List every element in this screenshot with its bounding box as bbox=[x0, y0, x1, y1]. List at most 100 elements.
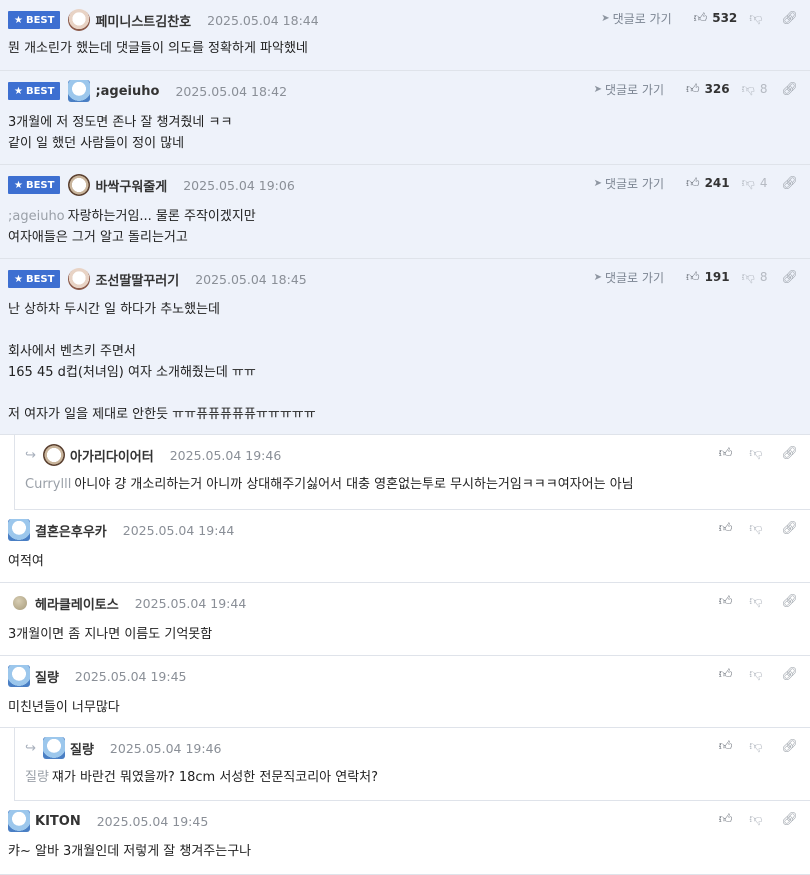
goto-comment-link[interactable]: ➤ 댓글로 가기 bbox=[601, 10, 671, 27]
comment-header: ★ BEST 조선딸딸꾸러기 2025.05.04 18:45 bbox=[8, 268, 307, 290]
comment-header: ↪ 질량 2025.05.04 19:46 bbox=[25, 737, 222, 759]
link-icon[interactable]: 🔗︎ bbox=[781, 521, 798, 536]
star-icon: ★ bbox=[14, 14, 23, 26]
avatar[interactable] bbox=[68, 80, 91, 102]
nickname[interactable]: 페미니스트김찬호 bbox=[95, 11, 191, 30]
avatar[interactable] bbox=[8, 810, 30, 832]
best-comment: ★ BEST 페미니스트김찬호 2025.05.04 18:44 ➤ 댓글로 가기 👍︎ 53… bbox=[0, 0, 810, 71]
thumbs-down-icon: 👎︎ bbox=[741, 81, 755, 97]
nickname[interactable]: 아가리다이어터 bbox=[70, 446, 154, 465]
comment-line: 질량 쟤가 바란건 뭐였을까? 18cm 서성한 전문직코리아 연락처? bbox=[25, 767, 798, 788]
timestamp: 2025.05.04 19:45 bbox=[74, 668, 187, 684]
paper-plane-icon: ➤ bbox=[593, 271, 602, 283]
like-button[interactable]: 👍︎ bbox=[719, 594, 738, 609]
like-button[interactable]: 👍︎ 326 bbox=[686, 82, 730, 97]
star-icon: ★ bbox=[14, 85, 23, 97]
comment-header: ★ BEST ;ageiuho 2025.05.04 18:42 bbox=[8, 80, 287, 102]
star-icon: ★ bbox=[14, 179, 23, 191]
dislike-button[interactable]: 👎︎ bbox=[749, 594, 767, 609]
comment-line bbox=[8, 383, 798, 404]
avatar[interactable] bbox=[8, 519, 30, 541]
star-icon: ★ bbox=[14, 273, 23, 285]
avatar[interactable] bbox=[43, 444, 65, 466]
comment-line bbox=[8, 320, 798, 341]
avatar[interactable] bbox=[68, 268, 91, 290]
nickname[interactable]: 질량 bbox=[35, 667, 59, 686]
like-button[interactable]: 👍︎ 241 bbox=[686, 176, 730, 191]
comment-text: 같이 일 했던 사람들이 정이 많네 bbox=[8, 136, 185, 151]
nickname[interactable]: 헤라클레이토스 bbox=[35, 594, 119, 613]
reply-target[interactable]: ;ageiuho bbox=[8, 209, 65, 224]
comment-actions: ➤ 댓글로 가기 👍︎ 191 👎︎ 8 🔗︎ bbox=[594, 269, 798, 285]
avatar[interactable] bbox=[68, 9, 91, 31]
link-icon[interactable]: 🔗︎ bbox=[781, 739, 798, 754]
comment-line: 3개월이면 좀 지나면 이름도 기억못함 bbox=[8, 624, 798, 645]
avatar[interactable] bbox=[68, 174, 91, 196]
dislike-button[interactable]: 👎︎ bbox=[749, 667, 767, 682]
avatar[interactable] bbox=[13, 596, 27, 610]
thumbs-up-icon: 👍︎ bbox=[718, 445, 733, 461]
dislike-button[interactable]: 👎︎ bbox=[749, 11, 767, 26]
link-icon[interactable]: 🔗︎ bbox=[781, 667, 798, 682]
timestamp: 2025.05.04 18:44 bbox=[207, 12, 319, 28]
comment-actions: 👍︎ 👎︎ 🔗︎ bbox=[707, 593, 798, 609]
link-icon[interactable]: 🔗︎ bbox=[781, 176, 798, 191]
best-comment: ★ BEST 바싹구워줄게 2025.05.04 19:06 ➤ 댓글로 가기 👍︎ 241 👎… bbox=[0, 165, 810, 259]
goto-label: 댓글로 가기 bbox=[604, 176, 664, 191]
link-icon[interactable]: 🔗︎ bbox=[781, 11, 798, 26]
like-count: 241 bbox=[704, 176, 730, 190]
comment-body: ;ageiuho 자랑하는거임... 물론 주작이겠지만 여자애들은 그거 알고 돌… bbox=[8, 206, 798, 248]
avatar[interactable] bbox=[8, 665, 30, 687]
dislike-button[interactable]: 👎︎ bbox=[749, 739, 767, 754]
like-button[interactable]: 👍︎ 191 bbox=[686, 270, 730, 285]
nickname[interactable]: 바싹구워줄게 bbox=[95, 176, 167, 195]
thumbs-up-icon: 👍︎ bbox=[685, 175, 700, 191]
reply-target[interactable]: 질량 bbox=[25, 770, 49, 785]
best-badge: ★ BEST bbox=[8, 82, 61, 100]
dislike-count: 4 bbox=[759, 176, 768, 190]
comment-text: 165 45 d컵(처녀임) 여자 소개해줬는데 ㅠㅠ bbox=[8, 365, 256, 380]
dislike-button[interactable]: 👎︎ 8 bbox=[742, 82, 768, 97]
avatar[interactable] bbox=[43, 737, 65, 759]
dislike-button[interactable]: 👎︎ bbox=[749, 812, 767, 827]
like-button[interactable]: 👍︎ bbox=[719, 739, 738, 754]
thumbs-down-icon: 👎︎ bbox=[749, 811, 763, 827]
goto-comment-link[interactable]: ➤ 댓글로 가기 bbox=[594, 175, 664, 192]
comment-actions: 👍︎ 👎︎ 🔗︎ bbox=[707, 666, 798, 682]
like-button[interactable]: 👍︎ 532 bbox=[694, 11, 738, 26]
comment-body: 난 상하차 두시간 일 하다가 추노했는데 회사에서 벤츠키 주면서 165 45 … bbox=[8, 299, 798, 425]
dislike-button[interactable]: 👎︎ 4 bbox=[742, 176, 768, 191]
like-button[interactable]: 👍︎ bbox=[719, 521, 738, 536]
comment: 헤라클레이토스 2025.05.04 19:44 👍︎ 👎︎ 🔗︎ 3개월이면 좀 지나면… bbox=[0, 583, 810, 656]
nickname[interactable]: 질량 bbox=[70, 739, 94, 758]
best-badge: ★ BEST bbox=[8, 270, 61, 288]
dislike-button[interactable]: 👎︎ 8 bbox=[742, 270, 768, 285]
link-icon[interactable]: 🔗︎ bbox=[781, 270, 798, 285]
nickname[interactable]: ;ageiuho bbox=[95, 84, 159, 99]
goto-comment-link[interactable]: ➤ 댓글로 가기 bbox=[594, 269, 664, 286]
timestamp: 2025.05.04 18:45 bbox=[195, 271, 307, 287]
comment-text: 미친년들이 너무많다 bbox=[8, 700, 120, 715]
dislike-button[interactable]: 👎︎ bbox=[749, 446, 767, 461]
timestamp: 2025.05.04 19:46 bbox=[109, 740, 222, 756]
nickname[interactable]: KITON bbox=[35, 814, 81, 829]
dislike-button[interactable]: 👎︎ bbox=[749, 521, 767, 536]
comment-text: 3개월이면 좀 지나면 이름도 기억못함 bbox=[8, 627, 213, 642]
like-button[interactable]: 👍︎ bbox=[719, 446, 738, 461]
comment-line: 3개월에 저 정도면 존나 잘 챙겨줬네 ㅋㅋ bbox=[8, 112, 798, 133]
link-icon[interactable]: 🔗︎ bbox=[781, 446, 798, 461]
comment-line: 캬~ 알바 3개월인데 저렇게 잘 챙겨주는구나 bbox=[8, 841, 798, 862]
link-icon[interactable]: 🔗︎ bbox=[781, 82, 798, 97]
comment-actions: 👍︎ 👎︎ 🔗︎ bbox=[707, 811, 798, 827]
link-icon[interactable]: 🔗︎ bbox=[781, 812, 798, 827]
reply-target[interactable]: Currylll bbox=[25, 477, 71, 492]
thumbs-down-icon: 👎︎ bbox=[749, 520, 763, 536]
comment-text: 난 상하차 두시간 일 하다가 추노했는데 bbox=[8, 302, 221, 317]
nickname[interactable]: 결혼은후우카 bbox=[35, 521, 107, 540]
like-button[interactable]: 👍︎ bbox=[719, 812, 738, 827]
link-icon[interactable]: 🔗︎ bbox=[781, 594, 798, 609]
goto-comment-link[interactable]: ➤ 댓글로 가기 bbox=[594, 81, 664, 98]
comment-line: 난 상하차 두시간 일 하다가 추노했는데 bbox=[8, 299, 798, 320]
like-button[interactable]: 👍︎ bbox=[719, 667, 738, 682]
nickname[interactable]: 조선딸딸꾸러기 bbox=[95, 270, 179, 289]
